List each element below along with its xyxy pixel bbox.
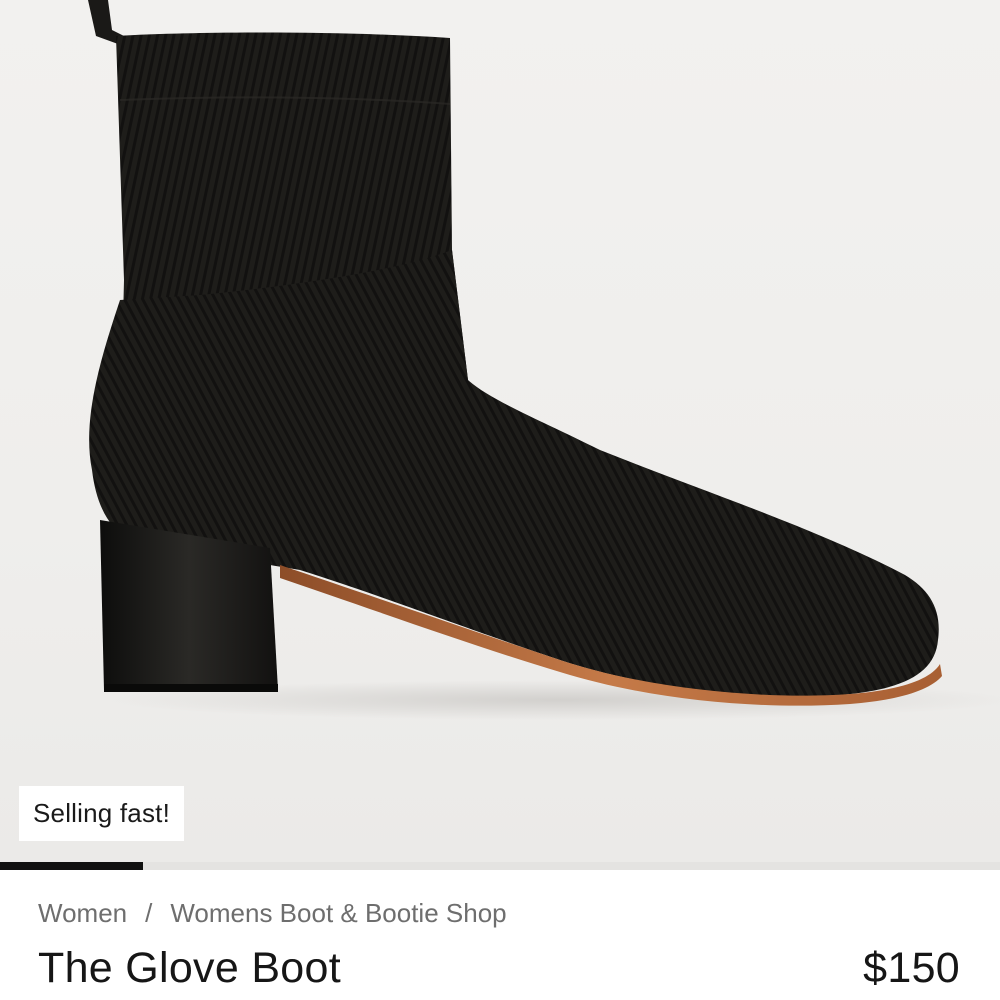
breadcrumb-boot-shop[interactable]: Womens Boot & Bootie Shop (170, 898, 506, 929)
boot-image (88, 0, 1000, 720)
breadcrumb-women[interactable]: Women (38, 898, 127, 929)
product-image[interactable]: Selling fast! (0, 0, 1000, 862)
boot-heel (100, 520, 278, 690)
breadcrumb-separator: / (145, 898, 153, 928)
product-price: $150 (863, 944, 960, 992)
selling-fast-badge: Selling fast! (19, 786, 185, 841)
badge-label: Selling fast! (33, 798, 171, 828)
carousel-progress-fill (0, 862, 143, 870)
product-page: Selling fast! Women / Womens Boot & Boot… (0, 0, 1000, 1000)
product-title: The Glove Boot (38, 944, 341, 992)
breadcrumb: Women / Womens Boot & Bootie Shop (38, 898, 507, 929)
carousel-progress (0, 862, 1000, 870)
